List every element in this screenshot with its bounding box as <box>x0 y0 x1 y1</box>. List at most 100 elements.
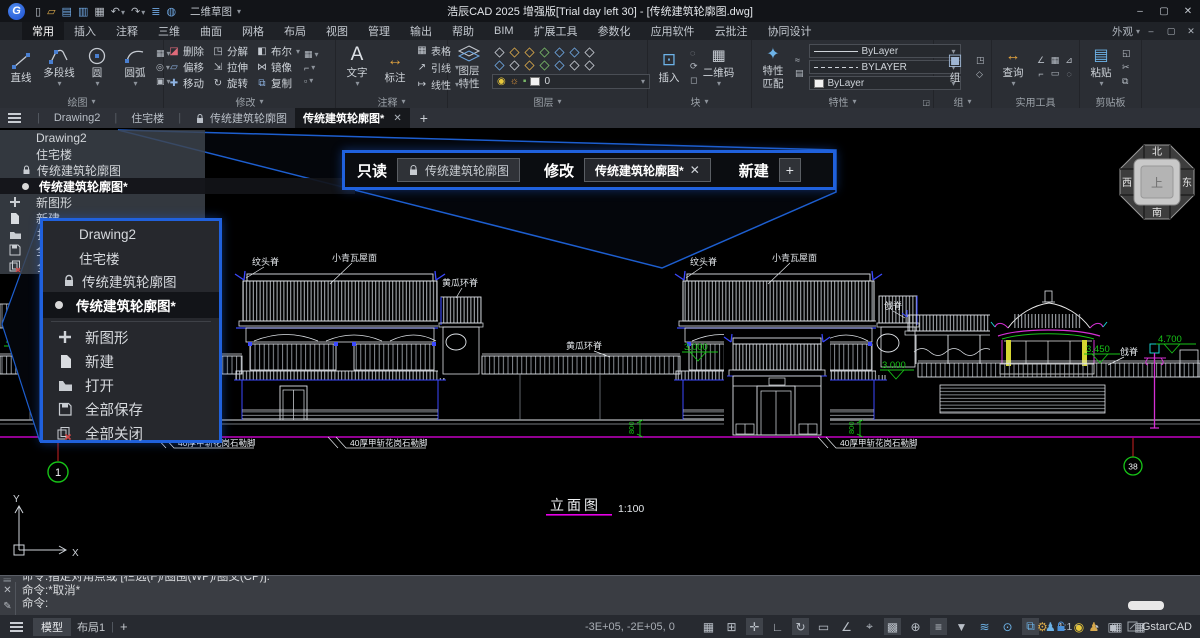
isolate-icon[interactable]: ◔ <box>1092 618 1099 635</box>
doc-restore-button[interactable]: ▢ <box>1162 26 1180 37</box>
offset-button[interactable]: ▱偏移 <box>168 60 204 75</box>
app-logo-icon[interactable]: G <box>8 3 25 20</box>
tab-apps[interactable]: 应用软件 <box>641 22 705 40</box>
group-edit-icon[interactable]: ◇ <box>976 69 985 80</box>
layer-tool-icon[interactable] <box>509 47 519 57</box>
doc-tab-close-icon[interactable]: ✕ <box>393 113 401 124</box>
fillet-button[interactable]: ⌐▾ <box>304 63 319 73</box>
dimension-button[interactable]: ↔ 标注 <box>378 50 412 85</box>
tab-manage[interactable]: 管理 <box>358 22 400 40</box>
layer-tool-icon[interactable] <box>539 47 549 57</box>
callout-item-locked-doc[interactable]: 传统建筑轮廓图 <box>43 269 219 292</box>
panel-properties-label[interactable]: 特性▾◲ <box>752 94 933 108</box>
tab-annotate[interactable]: 注释 <box>106 22 148 40</box>
callout-item-active-doc[interactable]: 传统建筑轮廓图* <box>43 292 219 318</box>
block-define-icon[interactable]: ◻ <box>690 75 698 86</box>
new-doc-tab-button[interactable]: + <box>420 110 428 126</box>
block-attr-icon[interactable]: ◌ <box>690 48 698 58</box>
tab-home[interactable]: 常用 <box>22 22 64 40</box>
rotate-button[interactable]: ↻旋转 <box>212 76 248 91</box>
arc-button[interactable]: 圆弧▾ <box>118 45 152 89</box>
paste-button[interactable]: ▤ 粘贴▾ <box>1084 45 1118 89</box>
panel-modify-label[interactable]: 修改▾ <box>164 94 335 108</box>
hatch-preview-icon[interactable]: ▩ <box>884 618 901 635</box>
circle-button[interactable]: 圆▾ <box>80 45 114 89</box>
panel-layer-label[interactable]: 图层▾ <box>448 94 647 108</box>
callout-item-save-all[interactable]: 全部保存 <box>43 397 219 421</box>
compass-west[interactable]: 西 <box>1122 178 1132 189</box>
modified-tab-chip[interactable]: 传统建筑轮廓图* ✕ <box>584 158 711 182</box>
model-tab[interactable]: 模型 <box>33 618 71 636</box>
menu-item-new-drawing[interactable]: 新图形 <box>0 194 205 210</box>
tab-output[interactable]: 输出 <box>400 22 442 40</box>
panel-draw-label[interactable]: 绘图▾ <box>0 94 163 108</box>
command-prompt[interactable]: 命令: <box>22 598 1020 612</box>
doc-close-button[interactable]: ✕ <box>1182 26 1200 37</box>
view-cube[interactable]: 北 西 东 南 上 <box>1118 143 1196 221</box>
callout-item-drawing2[interactable]: Drawing2 <box>43 223 219 246</box>
redo-icon[interactable]: ↷▾ <box>131 5 145 18</box>
erase-button[interactable]: ◪删除 <box>168 44 204 59</box>
area-measure-icon[interactable]: ⊿ <box>1065 55 1073 66</box>
measure-button[interactable]: ↔ 查询▾ <box>996 45 1030 89</box>
ungroup-icon[interactable]: ◳ <box>976 55 985 66</box>
layer-tool-icon[interactable] <box>524 47 534 57</box>
qrcode-button[interactable]: ▦ 二维码▾ <box>702 45 736 89</box>
callout-item-open[interactable]: 打开 <box>43 373 219 397</box>
print-icon[interactable]: ▦ <box>94 5 104 18</box>
isolate-objects-icon[interactable]: ≋ <box>976 618 993 635</box>
tab-bim[interactable]: BIM <box>484 22 524 40</box>
layer-unlock-icon[interactable]: ▪ <box>523 76 527 87</box>
layout1-tab[interactable]: 布局1 <box>77 619 105 635</box>
layer-tool-icon[interactable] <box>494 60 504 70</box>
layer-tool-icon[interactable] <box>539 60 549 70</box>
cut-icon[interactable]: ✂ <box>1122 62 1131 73</box>
panel-group-label[interactable]: 组▾ <box>934 94 991 108</box>
text-button[interactable]: A 文字▾ <box>340 45 374 89</box>
object-snap-tracking-icon[interactable]: ⊕ <box>907 618 924 635</box>
drawing-canvas[interactable]: 纹头脊 小青瓦屋面 纹头脊 小青瓦屋面 黄瓜环脊 黄瓜环脊 戗脊 戗脊 4.70… <box>0 128 1200 575</box>
tab-insert[interactable]: 插入 <box>64 22 106 40</box>
insert-block-button[interactable]: ⊡ 插入 <box>652 50 686 85</box>
layer-tools[interactable] <box>492 46 650 72</box>
settings-gear-icon[interactable]: ⚙ <box>1037 618 1048 635</box>
snap-mode-icon[interactable]: ✛ <box>746 618 763 635</box>
copy-button[interactable]: ⧉复制 <box>256 76 300 91</box>
layer-tool-icon[interactable] <box>509 60 519 70</box>
stretch-button[interactable]: ⇲拉伸 <box>212 60 248 75</box>
file-menu-button[interactable] <box>8 113 21 123</box>
layer-thaw-icon[interactable]: ☼ <box>510 76 519 87</box>
angle-snap-icon[interactable]: ∠ <box>838 618 855 635</box>
comment-icon[interactable]: ◍ <box>166 5 176 18</box>
clean-screen-icon[interactable]: ▣ <box>1108 618 1119 635</box>
appearance-menu[interactable]: 外观 <box>1112 24 1133 39</box>
tab-help[interactable]: 帮助 <box>442 22 484 40</box>
group-button[interactable]: ▣ 组 <box>938 50 972 85</box>
doc-tab-drawing2[interactable]: Drawing2 <box>46 108 108 128</box>
panel-clipboard-label[interactable]: 剪贴板 <box>1080 94 1141 108</box>
new-tab-chip[interactable]: + <box>779 158 801 182</box>
lineweight-display-icon[interactable]: ≡ <box>930 618 947 635</box>
tab-cloud-markup[interactable]: 云批注 <box>705 22 758 40</box>
command-scrollbar-thumb[interactable] <box>1128 601 1164 610</box>
new-layout-button[interactable]: + <box>120 619 128 634</box>
layer-tool-icon[interactable] <box>584 60 594 70</box>
tab-express[interactable]: 扩展工具 <box>524 22 588 40</box>
quick-select-icon[interactable]: ▭ <box>1051 68 1060 79</box>
chip-close-icon[interactable]: ✕ <box>690 163 700 177</box>
color-list-icon[interactable]: ▤ <box>795 68 804 79</box>
boolean-button[interactable]: ◧布尔▾ <box>256 44 300 59</box>
mirror-button[interactable]: ⋈镜像 <box>256 60 300 75</box>
readonly-tab-chip[interactable]: 传统建筑轮廓图 <box>397 158 520 182</box>
id-point-icon[interactable]: ⌐ <box>1038 69 1043 79</box>
panel-annotate-label[interactable]: 注释▾ <box>336 94 447 108</box>
menu-item-active-doc[interactable]: 传统建筑轮廓图* <box>0 178 355 194</box>
tab-mesh[interactable]: 网格 <box>232 22 274 40</box>
calculator-icon[interactable]: ▦ <box>1051 55 1060 66</box>
restore-button[interactable]: ▢ <box>1152 6 1176 17</box>
polyline-button[interactable]: 多段线▾ <box>42 45 76 89</box>
layer-tool-icon[interactable] <box>554 47 564 57</box>
tab-surface[interactable]: 曲面 <box>190 22 232 40</box>
selection-cycling-icon[interactable]: ▼ <box>953 618 970 635</box>
save-icon[interactable]: ▤ <box>62 5 72 18</box>
